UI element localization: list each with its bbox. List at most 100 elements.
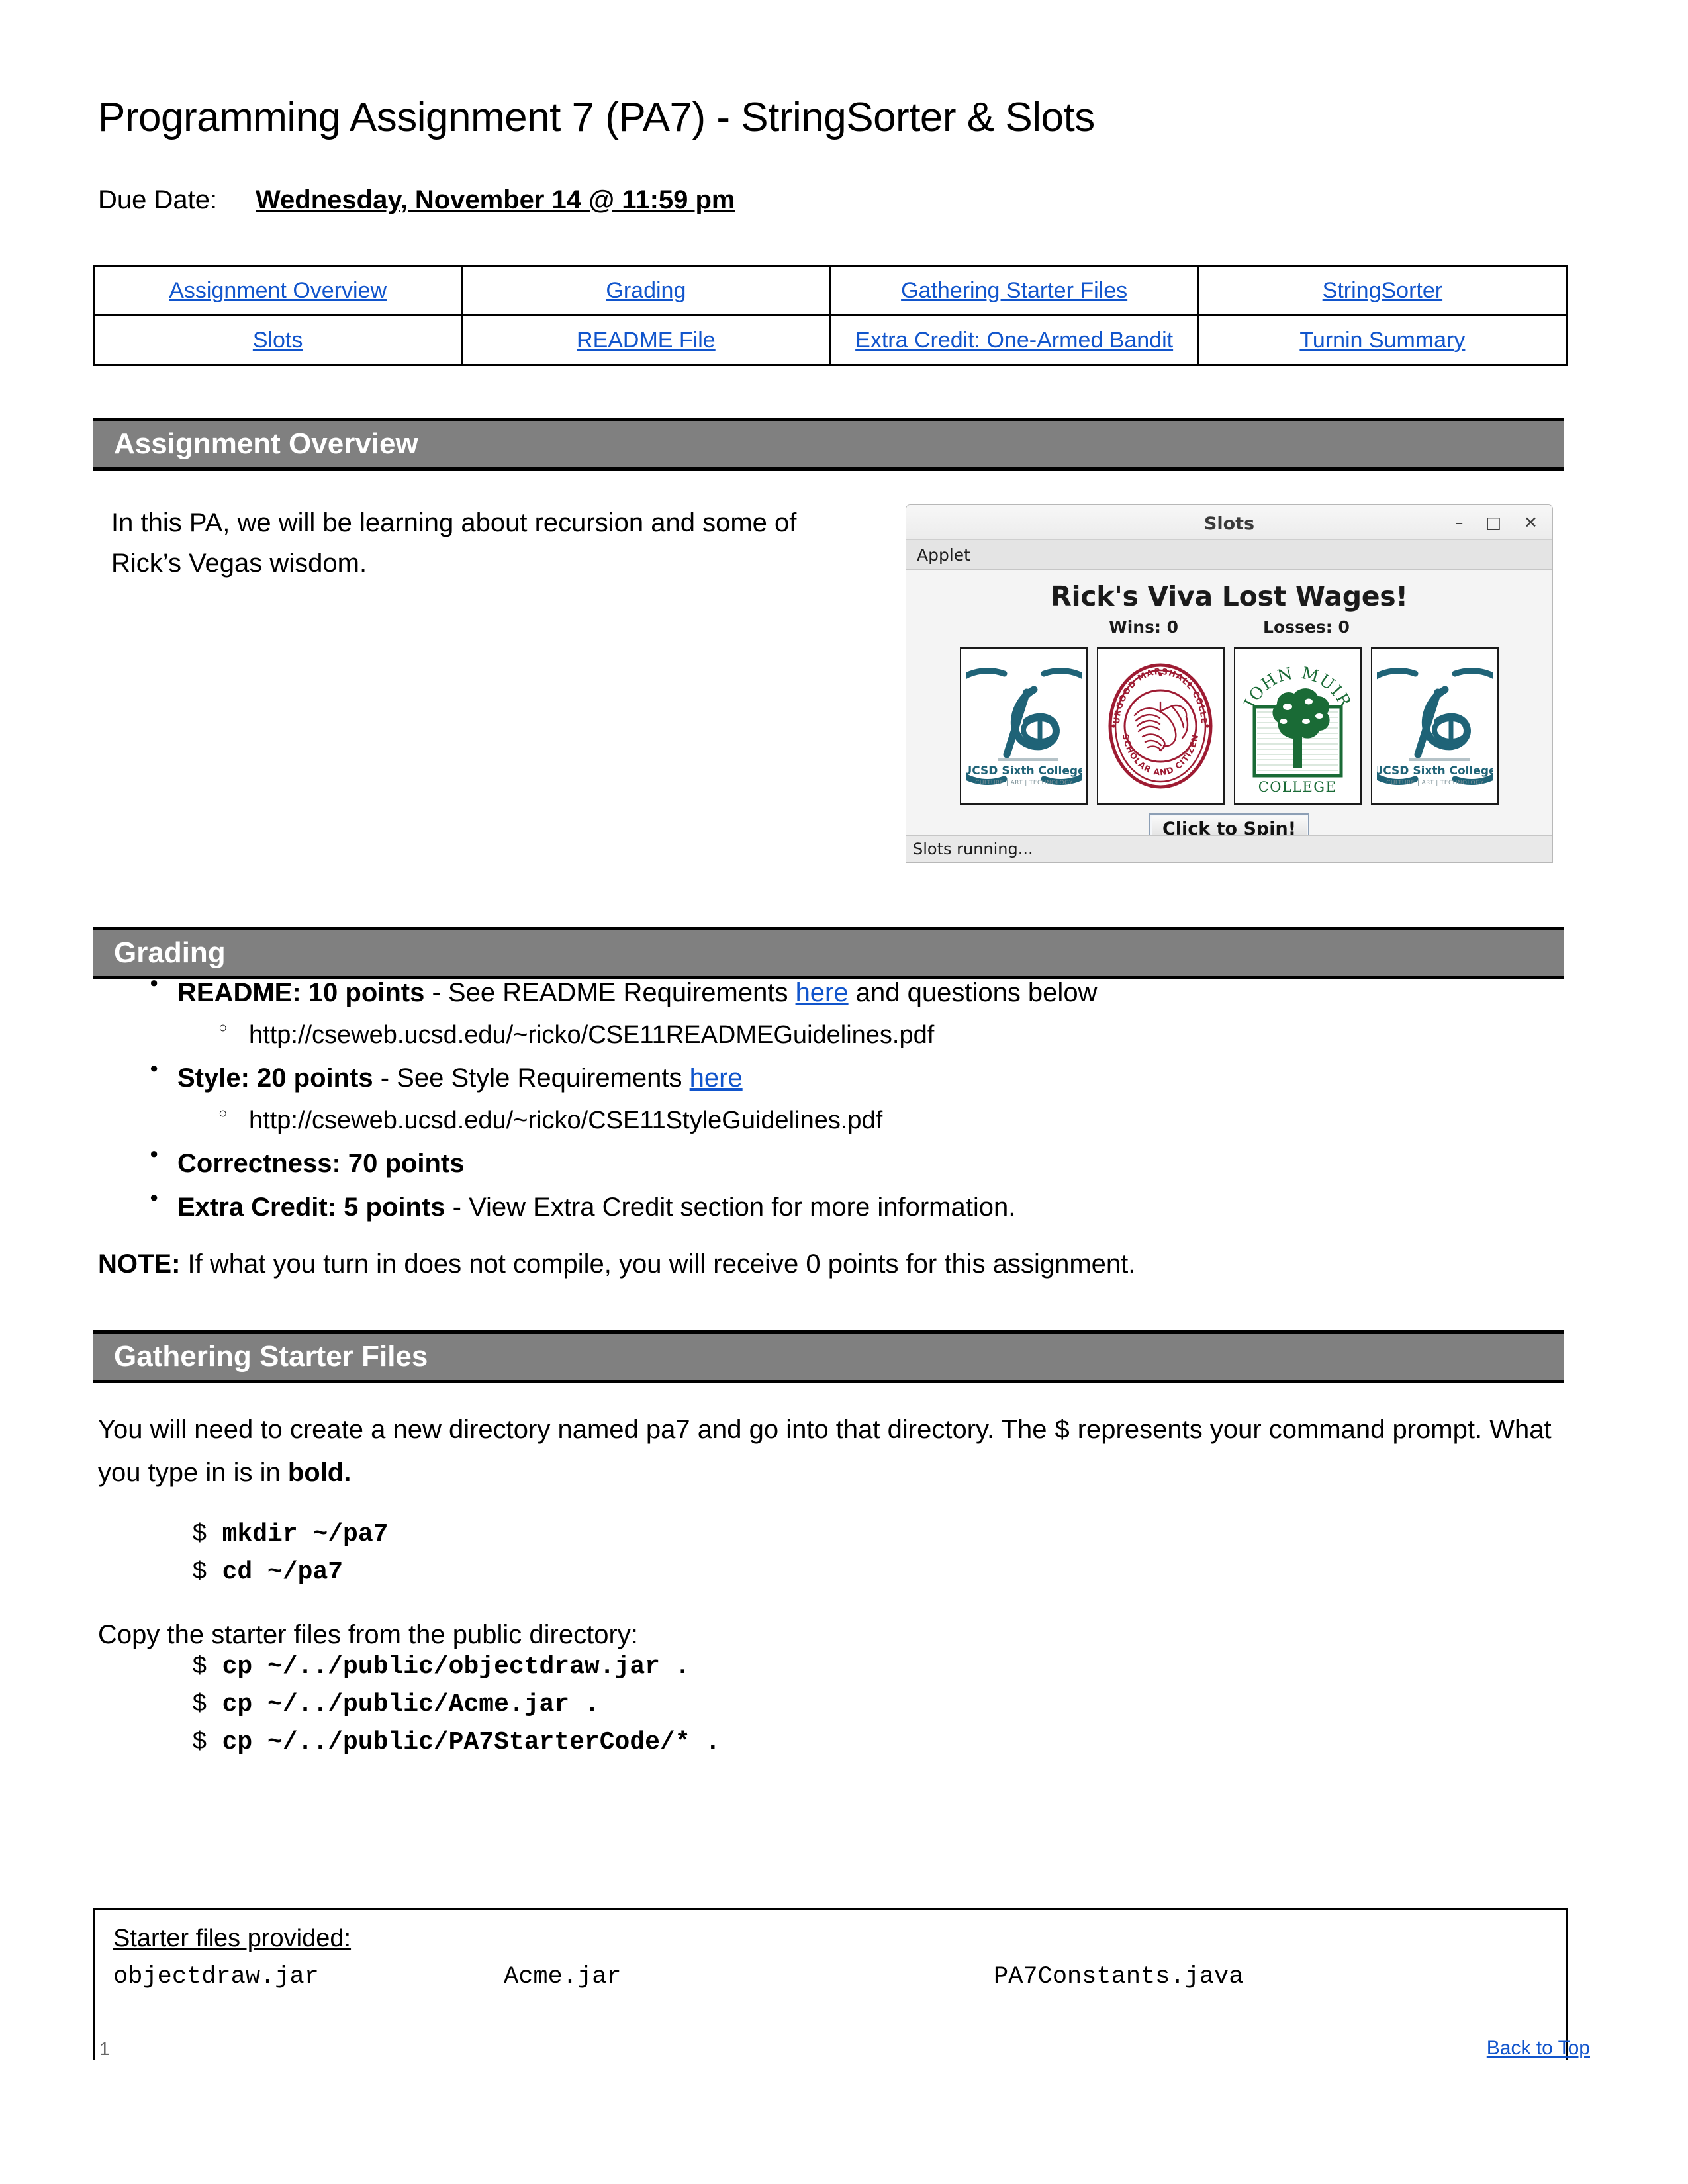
command-line: $ mkdir ~/pa7 [192, 1516, 388, 1553]
nav-link-turnin-summary[interactable]: Turnin Summary [1299, 328, 1465, 353]
back-to-top-link[interactable]: Back to Top [1487, 2037, 1590, 2060]
bullet-bold-label: Style: 20 points [177, 1064, 373, 1093]
bullet-bold-label: README: 10 points [177, 978, 425, 1007]
list-item: README: 10 points - See README Requireme… [98, 972, 1521, 1013]
gathering-bold-word: bold. [287, 1457, 352, 1487]
nav-link-readme-file[interactable]: README File [577, 328, 716, 353]
page-title: Programming Assignment 7 (PA7) - StringS… [98, 95, 1095, 140]
command-text: cp ~/../public/PA7StarterCode/* . [222, 1728, 721, 1756]
svg-text:UCSD Sixth College: UCSD Sixth College [966, 764, 1082, 778]
shell-prompt: $ [192, 1653, 207, 1681]
nav-link-stringsorter[interactable]: StringSorter [1323, 278, 1442, 303]
page-number: 1 [99, 2038, 110, 2059]
sixth-college-logo-icon: UCSD Sixth College CULTURE | ART | TECHN… [1377, 667, 1493, 786]
maximize-icon[interactable]: □ [1485, 514, 1501, 531]
bullet-bold-label: Correctness: 70 points [177, 1149, 465, 1178]
gathering-text-a: You will need to create a new directory … [98, 1415, 1055, 1444]
command-line: $ cp ~/../public/objectdraw.jar . [192, 1648, 720, 1686]
section-header-assignment-overview: Assignment Overview [93, 418, 1564, 471]
nav-cell-stringsorter[interactable]: StringSorter [1197, 265, 1568, 316]
bullet-text-before: - See Style Requirements [373, 1064, 690, 1093]
svg-text:CULTURE | ART | TECHNOLOGY: CULTURE | ART | TECHNOLOGY [1386, 780, 1484, 786]
thurgood-marshall-college-logo-icon: THURGOOD MARSHALL COLLEGE SCHOLAR AND CI… [1103, 659, 1213, 788]
command-text: cp ~/../public/Acme.jar . [222, 1690, 600, 1719]
window-controls: – □ ✕ [1455, 514, 1538, 531]
readme-requirements-link[interactable]: here [796, 978, 849, 1007]
slot-reel: UCSD Sixth College CULTURE | ART | TECHN… [960, 647, 1088, 805]
slot-reel: UCSD Sixth College CULTURE | ART | TECHN… [1371, 647, 1499, 805]
john-muir-college-logo-icon: JOHN MUIR COLLEGE [1240, 663, 1354, 795]
command-text: cp ~/../public/objectdraw.jar . [222, 1653, 690, 1681]
nav-link-extra-credit[interactable]: Extra Credit: One-Armed Bandit [855, 328, 1173, 353]
starter-files-title: Starter files provided: [113, 1925, 352, 1952]
nav-cell-slots[interactable]: Slots [92, 314, 463, 366]
section-header-gathering-starter-files: Gathering Starter Files [93, 1330, 1564, 1383]
section-header-grading: Grading [93, 927, 1564, 979]
starter-files-row: objectdraw.jar Acme.jar PA7Constants.java [113, 1963, 1503, 1991]
slot-reel: THURGOOD MARSHALL COLLEGE SCHOLAR AND CI… [1097, 647, 1225, 805]
applet-titlebar: Slots – □ ✕ [906, 505, 1552, 540]
nav-link-assignment-overview[interactable]: Assignment Overview [169, 278, 387, 303]
starter-file-name: Acme.jar [504, 1963, 622, 1991]
nav-link-grading[interactable]: Grading [606, 278, 686, 303]
dollar-prompt-inline: $ [1054, 1417, 1070, 1447]
grading-bullet-list: README: 10 points - See README Requireme… [98, 972, 1521, 1231]
slot-reel: JOHN MUIR COLLEGE [1234, 647, 1362, 805]
nav-cell-extra-credit[interactable]: Extra Credit: One-Armed Bandit [829, 314, 1199, 366]
starter-file-name: PA7Constants.java [994, 1963, 1244, 1991]
list-item: Extra Credit: 5 points - View Extra Cred… [98, 1186, 1521, 1227]
applet-status-bar: Slots running... [906, 835, 1552, 862]
applet-heading: Rick's Viva Lost Wages! [1051, 580, 1408, 612]
gathering-paragraph-1: You will need to create a new directory … [98, 1410, 1577, 1493]
note-text: If what you turn in does not compile, yo… [180, 1250, 1136, 1279]
navigation-table: Assignment Overview Grading Gathering St… [92, 265, 1568, 366]
nav-row-1: Assignment Overview Grading Gathering St… [92, 265, 1568, 316]
slots-applet-screenshot: Slots – □ ✕ Applet Rick's Viva Lost Wage… [906, 504, 1553, 863]
note-label: NOTE: [98, 1250, 181, 1279]
nav-link-slots[interactable]: Slots [253, 328, 303, 353]
section-title-grading: Grading [114, 936, 226, 969]
wins-counter: Wins: 0 [1109, 617, 1179, 637]
command-line: $ cd ~/pa7 [192, 1553, 388, 1591]
section-title-gathering-starter-files: Gathering Starter Files [114, 1340, 428, 1373]
command-block-cp: $ cp ~/../public/objectdraw.jar . $ cp ~… [192, 1648, 720, 1761]
shell-prompt: $ [192, 1690, 207, 1719]
command-line: $ cp ~/../public/PA7StarterCode/* . [192, 1723, 720, 1761]
nav-cell-readme-file[interactable]: README File [461, 314, 831, 366]
list-item: http://cseweb.ucsd.edu/~ricko/CSE11Style… [98, 1102, 1521, 1140]
svg-text:UCSD Sixth College: UCSD Sixth College [1377, 764, 1493, 778]
menu-item-applet[interactable]: Applet [906, 545, 970, 565]
command-block-mkdir: $ mkdir ~/pa7 $ cd ~/pa7 [192, 1516, 388, 1591]
list-item: Style: 20 points - See Style Requirement… [98, 1057, 1521, 1098]
style-requirements-link[interactable]: here [690, 1064, 743, 1093]
list-item: http://cseweb.ucsd.edu/~ricko/CSE11READM… [98, 1017, 1521, 1054]
applet-menubar: Applet [906, 540, 1552, 570]
nav-cell-turnin-summary[interactable]: Turnin Summary [1197, 314, 1568, 366]
nav-cell-grading[interactable]: Grading [461, 265, 831, 316]
list-item: Correctness: 70 points [98, 1142, 1521, 1183]
shell-prompt: $ [192, 1728, 207, 1756]
due-date-row: Due Date: Wednesday, November 14 @ 11:59 … [98, 185, 735, 215]
svg-text:COLLEGE: COLLEGE [1258, 779, 1336, 795]
section-title-assignment-overview: Assignment Overview [114, 428, 418, 460]
starter-file-name: objectdraw.jar [113, 1963, 319, 1991]
shell-prompt: $ [192, 1558, 207, 1586]
document-page: Programming Assignment 7 (PA7) - StringS… [0, 0, 1688, 2184]
losses-counter: Losses: 0 [1263, 617, 1350, 637]
nav-cell-gathering-starter-files[interactable]: Gathering Starter Files [829, 265, 1199, 316]
due-date-value: Wednesday, November 14 @ 11:59 pm [256, 185, 735, 214]
minimize-icon[interactable]: – [1455, 514, 1464, 531]
grading-note: NOTE: If what you turn in does not compi… [98, 1244, 1521, 1285]
command-line: $ cp ~/../public/Acme.jar . [192, 1686, 720, 1723]
nav-link-gathering-starter-files[interactable]: Gathering Starter Files [901, 278, 1127, 303]
close-icon[interactable]: ✕ [1524, 514, 1538, 531]
command-text: mkdir ~/pa7 [222, 1520, 389, 1549]
command-text: cd ~/pa7 [222, 1558, 344, 1586]
applet-canvas: Rick's Viva Lost Wages! Wins: 0 Losses: … [906, 570, 1552, 844]
bullet-bold-label: Extra Credit: 5 points [177, 1193, 445, 1222]
nav-cell-assignment-overview[interactable]: Assignment Overview [92, 265, 463, 316]
shell-prompt: $ [192, 1520, 207, 1549]
bullet-text-before: - See README Requirements [424, 978, 796, 1007]
svg-text:CULTURE | ART | TECHNOLOGY: CULTURE | ART | TECHNOLOGY [975, 780, 1073, 786]
nav-row-2: Slots README File Extra Credit: One-Arme… [92, 314, 1568, 366]
